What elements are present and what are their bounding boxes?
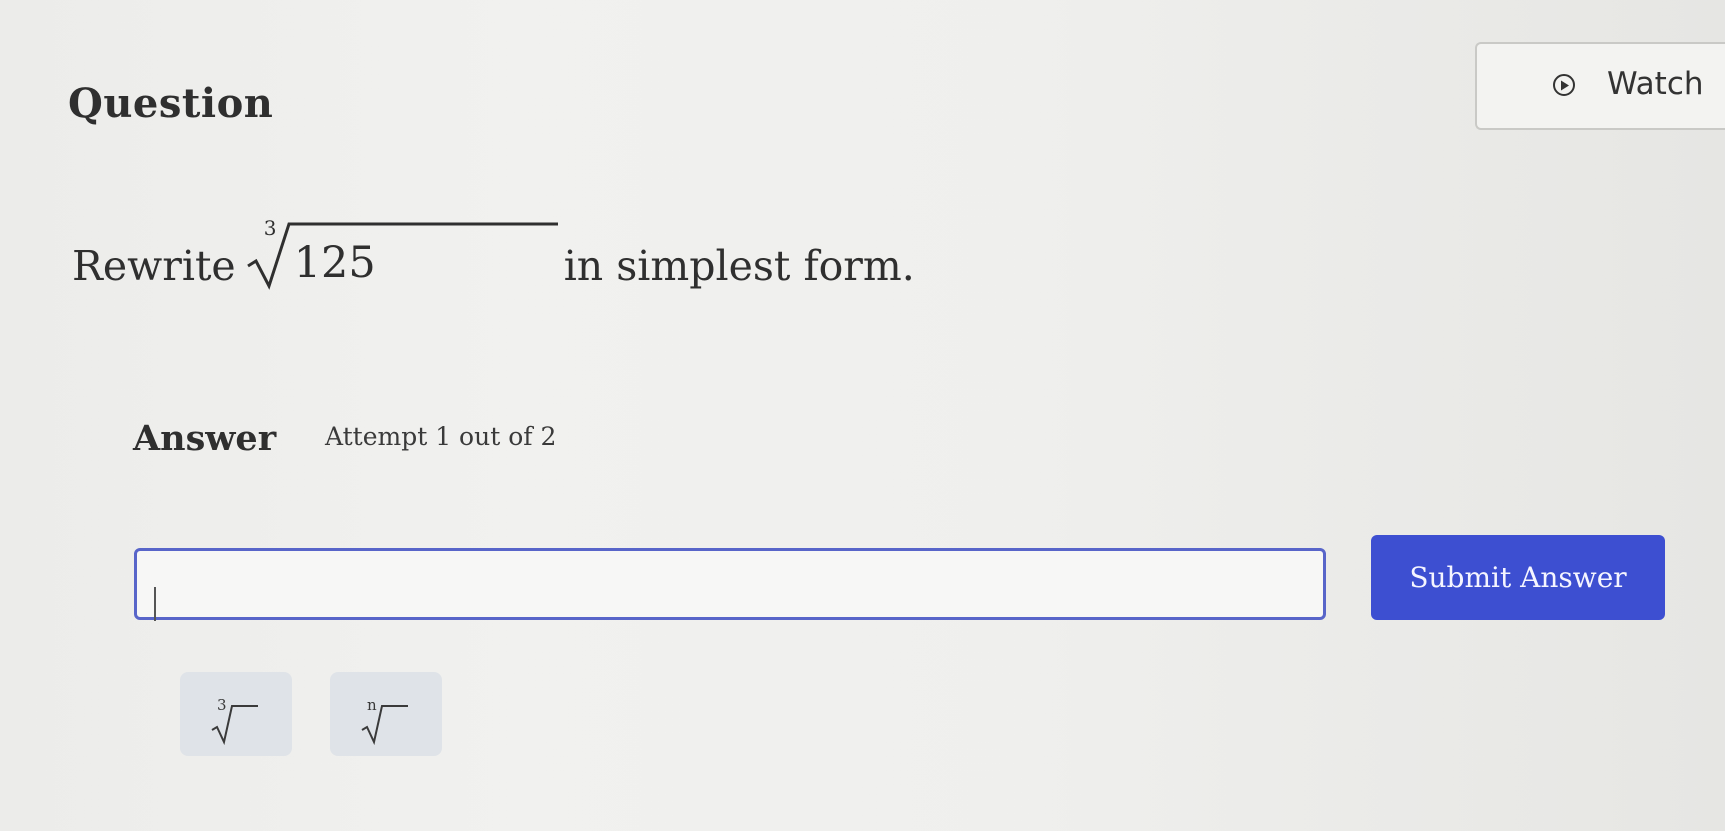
watch-video-button[interactable]: Watch — [1475, 42, 1725, 130]
cube-root-expression: 3 125 — [242, 216, 560, 290]
answer-label: Answer — [133, 418, 277, 459]
nth-root-button-index: n — [367, 696, 377, 714]
play-icon — [1553, 74, 1575, 96]
nth-root-icon — [361, 705, 408, 746]
answer-input[interactable] — [134, 548, 1326, 621]
cube-root-icon — [211, 705, 258, 746]
radicand: 125 — [293, 238, 376, 288]
nth-root-button[interactable]: n — [330, 672, 442, 756]
submit-answer-button[interactable]: Submit Answer — [1371, 535, 1665, 620]
question-prompt: Rewrite 3 125 in simplest form. — [72, 216, 915, 290]
text-cursor — [154, 587, 156, 621]
attempt-counter: Attempt 1 out of 2 — [325, 422, 557, 451]
watch-video-label: Watch — [1607, 66, 1704, 102]
prompt-suffix: in simplest form. — [563, 242, 915, 290]
cube-root-button-index: 3 — [217, 696, 227, 714]
question-title: Question — [68, 80, 274, 127]
radical-index: 3 — [263, 216, 277, 240]
cube-root-button[interactable]: 3 — [180, 672, 292, 756]
radical-sign-icon — [246, 222, 558, 290]
prompt-prefix: Rewrite — [72, 242, 236, 290]
